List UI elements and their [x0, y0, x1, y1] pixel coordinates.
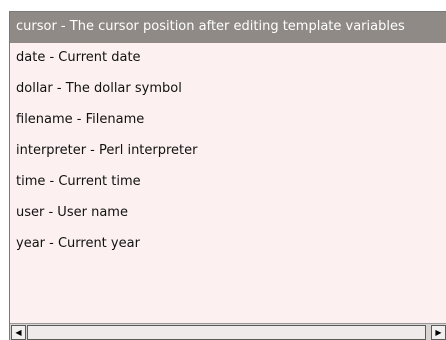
list-item-filename[interactable]: filename - Filename — [10, 105, 446, 136]
scrollbar-thumb[interactable] — [27, 325, 426, 340]
list-item-cursor[interactable]: cursor - The cursor position after editi… — [10, 12, 446, 43]
list-item-time[interactable]: time - Current time — [10, 167, 446, 198]
triangle-left-icon: ◀ — [15, 328, 22, 337]
list-item-interpreter[interactable]: interpreter - Perl interpreter — [10, 136, 446, 167]
scroll-left-button[interactable]: ◀ — [11, 325, 26, 340]
list-item-year[interactable]: year - Current year — [10, 229, 446, 260]
scroll-right-button[interactable]: ▶ — [431, 325, 446, 340]
template-variables-list[interactable]: cursor - The cursor position after editi… — [9, 11, 446, 340]
horizontal-scrollbar[interactable]: ◀ ▶ — [10, 323, 446, 340]
list-rows: cursor - The cursor position after editi… — [10, 12, 446, 260]
list-item-user[interactable]: user - User name — [10, 198, 446, 229]
list-item-date[interactable]: date - Current date — [10, 43, 446, 74]
triangle-right-icon: ▶ — [435, 328, 442, 337]
list-item-dollar[interactable]: dollar - The dollar symbol — [10, 74, 446, 105]
